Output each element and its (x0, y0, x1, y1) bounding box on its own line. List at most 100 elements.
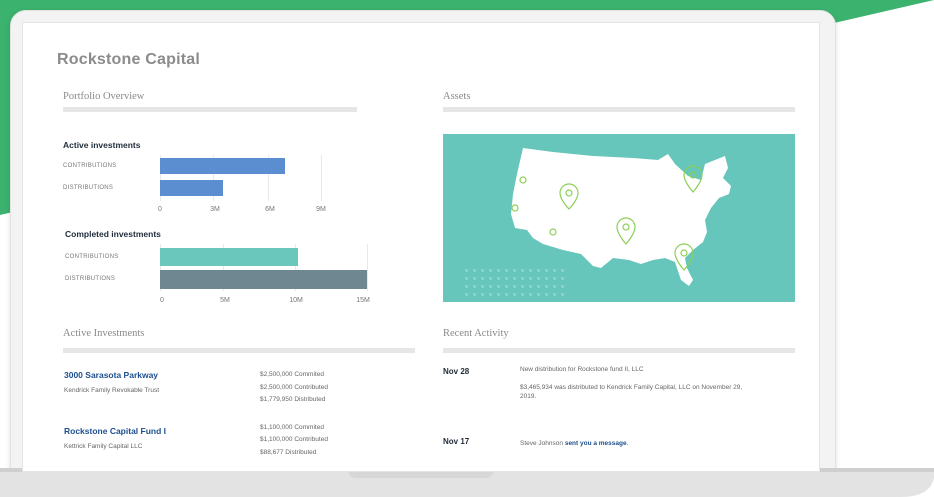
map-pattern-dot (481, 269, 484, 272)
map-pattern-dot (553, 269, 556, 272)
message-link[interactable]: sent you a message (565, 440, 627, 447)
assets-divider (443, 107, 795, 112)
completed-tick-15m: 15M (356, 297, 370, 304)
active-contributions-label: CONTRIBUTIONS (63, 163, 117, 169)
active-investments-title: Active Investments (63, 328, 145, 339)
active-tick-9m: 9M (316, 206, 326, 213)
assets-title: Assets (443, 91, 471, 102)
map-pattern-dot (545, 277, 548, 280)
activity-date: Nov 28 (443, 367, 470, 376)
recent-activity-title: Recent Activity (443, 328, 509, 339)
map-pattern-dot (489, 293, 492, 296)
portfolio-overview-divider (63, 107, 357, 112)
completed-tick-10m: 10M (289, 297, 303, 304)
investment-contributed: $1,100,000 Contributed (260, 436, 328, 443)
map-pattern-dot (561, 277, 564, 280)
recent-activity-divider (443, 348, 795, 353)
completed-contributions-bar (160, 248, 298, 266)
map-pattern-dot (505, 285, 508, 288)
investment-owner: Kendrick Family Revokable Trust (64, 387, 160, 394)
investment-owner: Kettrick Family Capital LLC (64, 443, 143, 450)
us-map-shape (511, 148, 731, 286)
map-pattern-dot (537, 293, 540, 296)
map-pattern-dot (553, 293, 556, 296)
active-contributions-bar (160, 158, 286, 174)
map-pattern-dot (529, 269, 532, 272)
map-pattern-dot (553, 277, 556, 280)
activity-date: Nov 17 (443, 437, 470, 446)
map-pattern-dot (505, 277, 508, 280)
map-pattern-dot (497, 269, 500, 272)
active-gridline-9m (321, 155, 322, 201)
completed-gridline-15m (367, 244, 368, 291)
map-pattern-dot (561, 285, 564, 288)
active-tick-0: 0 (158, 206, 162, 213)
map-pattern-dot (529, 285, 532, 288)
map-pattern-dot (529, 293, 532, 296)
map-pattern-dot (489, 285, 492, 288)
map-pattern-dot (505, 293, 508, 296)
map-pattern-dot (489, 269, 492, 272)
completed-distributions-bar (160, 270, 367, 289)
map-pattern-dot (473, 293, 476, 296)
map-pattern-dot (465, 277, 468, 280)
map-pattern-dot (513, 293, 516, 296)
map-pattern-dot (545, 293, 548, 296)
map-pattern-dot (553, 285, 556, 288)
activity-detail: $3,465,934 was distributed to Kendrick F… (520, 384, 743, 400)
completed-chart-title: Completed investments (65, 229, 161, 239)
map-pattern-dot (561, 269, 564, 272)
map-pattern-dot (473, 285, 476, 288)
activity-message: Steve Johnson sent you a message. (520, 439, 780, 448)
map-pattern-dot (489, 277, 492, 280)
map-pattern-dot (521, 277, 524, 280)
map-pattern-dot (481, 277, 484, 280)
investment-committed: $1,100,000 Commited (260, 424, 324, 431)
active-tick-6m: 6M (265, 206, 275, 213)
map-pattern-dot (561, 293, 564, 296)
map-pattern-dot (537, 277, 540, 280)
active-investments-divider (63, 348, 415, 353)
active-distributions-label: DISTRIBUTIONS (63, 185, 114, 191)
map-pattern-dot (465, 285, 468, 288)
map-pattern-dot (465, 269, 468, 272)
map-pattern-dot (497, 293, 500, 296)
completed-distributions-label: DISTRIBUTIONS (65, 276, 116, 282)
active-chart-title: Active investments (63, 140, 141, 150)
map-pattern-dot (505, 269, 508, 272)
map-pattern-dot (481, 293, 484, 296)
activity-sender: Steve Johnson (520, 440, 564, 447)
investment-distributed: $1,779,950 Distributed (260, 396, 326, 403)
map-pattern-dot (537, 269, 540, 272)
investment-contributed: $2,500,000 Contributed (260, 384, 328, 391)
map-pattern-dot (473, 269, 476, 272)
map-pattern-dot (513, 277, 516, 280)
active-tick-3m: 3M (210, 206, 220, 213)
map-pattern-dot (481, 285, 484, 288)
map-pattern-dot (513, 285, 516, 288)
map-pattern-dot (465, 293, 468, 296)
portfolio-overview-title: Portfolio Overview (63, 91, 145, 102)
completed-tick-5m: 5M (220, 297, 230, 304)
us-landmass (511, 148, 731, 286)
map-pattern-dot (545, 285, 548, 288)
map-pin-dot (689, 171, 697, 179)
investment-committed: $2,500,000 Commited (260, 371, 324, 378)
activity-suffix: . (626, 440, 629, 447)
map-pattern-dot (529, 277, 532, 280)
assets-map[interactable] (443, 134, 795, 302)
app-screen: Rockstone Capital Portfolio Overview Act… (22, 22, 820, 472)
map-pattern-dot (521, 285, 524, 288)
map-pattern-dot (521, 293, 524, 296)
map-pattern-dot (521, 269, 524, 272)
investment-name-link[interactable]: Rockstone Capital Fund I (64, 426, 166, 436)
investment-name-link[interactable]: 3000 Sarasota Parkway (64, 370, 158, 380)
app-title: Rockstone Capital (57, 51, 200, 68)
map-pattern-dot (473, 277, 476, 280)
completed-tick-0: 0 (160, 297, 164, 304)
investment-distributed: $88,677 Distributed (260, 449, 317, 456)
map-pattern-dot (513, 269, 516, 272)
map-pattern-dot (545, 269, 548, 272)
completed-contributions-label: CONTRIBUTIONS (65, 254, 119, 260)
map-pattern-dot (537, 285, 540, 288)
